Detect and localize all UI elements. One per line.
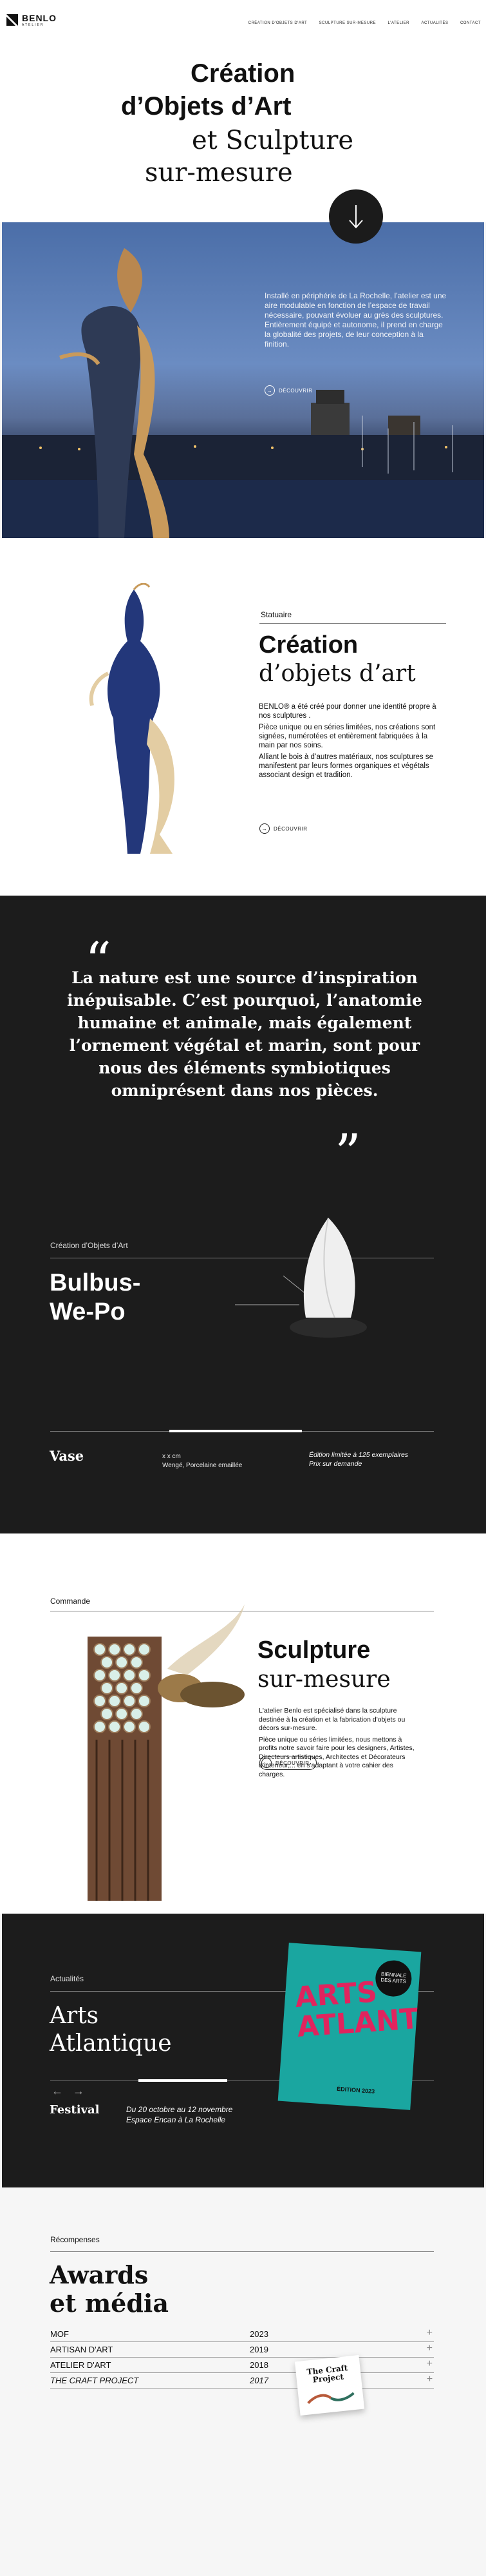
- actualites-title-line2: Atlantique: [50, 2030, 172, 2057]
- award-row[interactable]: ATELIER D'ART 2018 +: [50, 2358, 434, 2373]
- award-name: ATELIER D'ART: [50, 2360, 111, 2370]
- actualites-title-line1: Arts: [50, 2003, 99, 2029]
- award-name: MOF: [50, 2329, 69, 2339]
- nav-item-atelier[interactable]: L'ATELIER: [388, 21, 409, 25]
- craft-project-card: The Craft Project: [294, 2355, 365, 2416]
- product-category: Vase: [50, 1448, 84, 1464]
- plus-icon: +: [426, 2374, 433, 2385]
- sculpture-commande-image: [88, 1604, 245, 1901]
- hero-title-line3: et Sculpture: [192, 126, 354, 155]
- hands-illustration: [307, 2392, 355, 2405]
- nav-item-creation[interactable]: CRÉATION D'OBJETS D'ART: [248, 21, 308, 25]
- hero-text: Installé en périphérie de La Rochelle, l…: [265, 291, 447, 349]
- poster-bottom-text: ÉDITION 2023: [336, 2085, 375, 2095]
- logo-text: BENLO: [22, 13, 57, 23]
- statuaire-discover-label: DÉCOUVRIR: [274, 825, 308, 832]
- product-edition: Édition limitée à 125 exemplaires: [309, 1451, 409, 1459]
- arrow-down-icon: [349, 205, 363, 229]
- statuaire-discover-button[interactable]: → DÉCOUVRIR: [259, 823, 308, 834]
- commande-para1: L'atelier Benlo est spécialisé dans la s…: [259, 1707, 406, 1732]
- award-year: 2019: [250, 2345, 268, 2354]
- plus-icon: +: [426, 2327, 433, 2338]
- hero-title-line4: sur-mesure: [145, 158, 293, 187]
- vase-image: [235, 1217, 367, 1338]
- logo[interactable]: BENLO ATELIER: [5, 13, 57, 27]
- cityscape-illustration: [2, 248, 484, 538]
- commande-title-line1: Sculpture: [257, 1637, 371, 1664]
- product-label: Création d’Objets d’Art: [50, 1241, 128, 1250]
- logo-subtext: ATELIER: [22, 23, 44, 27]
- hero-title-line1: Création: [191, 59, 295, 88]
- statuaire-title-line1: Création: [259, 631, 359, 658]
- awards-label: Récompenses: [50, 2235, 100, 2244]
- actualites-event-type: Festival: [50, 2103, 100, 2117]
- awards-title-line1: Awards: [50, 2260, 149, 2289]
- nav-item-sculpture[interactable]: SCULPTURE SUR-MESURE: [319, 21, 376, 25]
- statuaire-para2: Pièce unique ou en séries limitées, nos …: [259, 724, 436, 749]
- product-size: x x cm: [162, 1453, 181, 1460]
- awards-title-line2: et média: [50, 2289, 169, 2318]
- statuaire-divider: [259, 623, 446, 624]
- prev-arrow-button[interactable]: ←: [51, 2084, 63, 2098]
- arrow-right-icon: →: [259, 823, 270, 834]
- product-title-line1: Bulbus-: [50, 1269, 141, 1296]
- header: BENLO ATELIER CRÉATION D'OBJETS D'ART SC…: [0, 0, 486, 39]
- actualites-dates: Du 20 octobre au 12 novembre: [126, 2105, 233, 2114]
- plus-icon: +: [426, 2343, 433, 2354]
- product-price: Prix sur demande: [309, 1460, 362, 1468]
- hero-image: [2, 222, 484, 538]
- nav-item-actualites[interactable]: ACTUALITÉS: [421, 21, 448, 25]
- commande-title-line2: sur-mesure: [257, 1666, 391, 1693]
- hero-discover-label: DÉCOUVRIR: [279, 387, 313, 394]
- award-year: 2023: [250, 2329, 268, 2339]
- hero-title-line2: d’Objets d’Art: [121, 92, 292, 120]
- statuette-image: [89, 583, 174, 854]
- award-year: 2018: [250, 2360, 268, 2370]
- arrow-right-icon: →: [265, 385, 275, 396]
- award-row[interactable]: ARTISAN D'ART 2019 +: [50, 2342, 434, 2358]
- product-title-line2: We-Po: [50, 1298, 126, 1325]
- actualites-place: Espace Encan à La Rochelle: [126, 2115, 226, 2124]
- scroll-down-button[interactable]: [329, 189, 383, 244]
- product-details: x x cm Wengé, Porcelaine emaillée: [162, 1452, 242, 1470]
- arts-atlantic-poster[interactable]: ARTS ATLANTIC BIENNALE DES ARTS ÉDITION …: [277, 1943, 422, 2110]
- award-name: ARTISAN D'ART: [50, 2345, 113, 2354]
- actualites-progress-fill: [138, 2079, 227, 2082]
- statuaire-para1: BENLO® a été créé pour donner une identi…: [259, 703, 436, 720]
- product-progress-fill: [169, 1430, 302, 1432]
- quote-close-mark: ”: [335, 1123, 361, 1183]
- product-edition-info: Édition limitée à 125 exemplaires Prix s…: [309, 1450, 408, 1468]
- award-year: 2017: [250, 2376, 268, 2385]
- statuaire-para3: Alliant le bois à d’autres matériaux, no…: [259, 753, 434, 779]
- commande-discover-button[interactable]: → DÉCOUVRIR: [259, 1756, 317, 1770]
- main-nav: CRÉATION D'OBJETS D'ART SCULPTURE SUR-ME…: [239, 15, 481, 27]
- actualites-label: Actualités: [50, 1974, 84, 1983]
- quote-text: La nature est une source d’inspiration i…: [67, 968, 422, 1100]
- statuaire-title-line2: d’objets d’art: [259, 660, 416, 687]
- product-material: Wengé, Porcelaine emaillée: [162, 1462, 243, 1469]
- actualites-event-info: Du 20 octobre au 12 novembre Espace Enca…: [126, 2104, 232, 2125]
- commande-discover-label: DÉCOUVRIR: [276, 1760, 310, 1766]
- craft-card-title: The Craft Project: [306, 2363, 348, 2385]
- next-arrow-button[interactable]: →: [73, 2084, 84, 2098]
- award-row[interactable]: THE CRAFT PROJECT 2017 +: [50, 2373, 434, 2389]
- plus-icon: +: [426, 2358, 433, 2369]
- nav-item-contact[interactable]: CONTACT: [460, 21, 481, 25]
- award-name: THE CRAFT PROJECT: [50, 2376, 139, 2385]
- statuaire-label: Statuaire: [261, 610, 292, 619]
- statuaire-body: BENLO® a été créé pour donner une identi…: [259, 702, 445, 780]
- arrow-right-icon: →: [261, 1758, 272, 1768]
- award-row[interactable]: MOF 2023 +: [50, 2327, 434, 2342]
- hero-discover-button[interactable]: → DÉCOUVRIR: [265, 385, 313, 396]
- awards-divider: [50, 2251, 434, 2252]
- logo-mark-icon: [6, 14, 18, 26]
